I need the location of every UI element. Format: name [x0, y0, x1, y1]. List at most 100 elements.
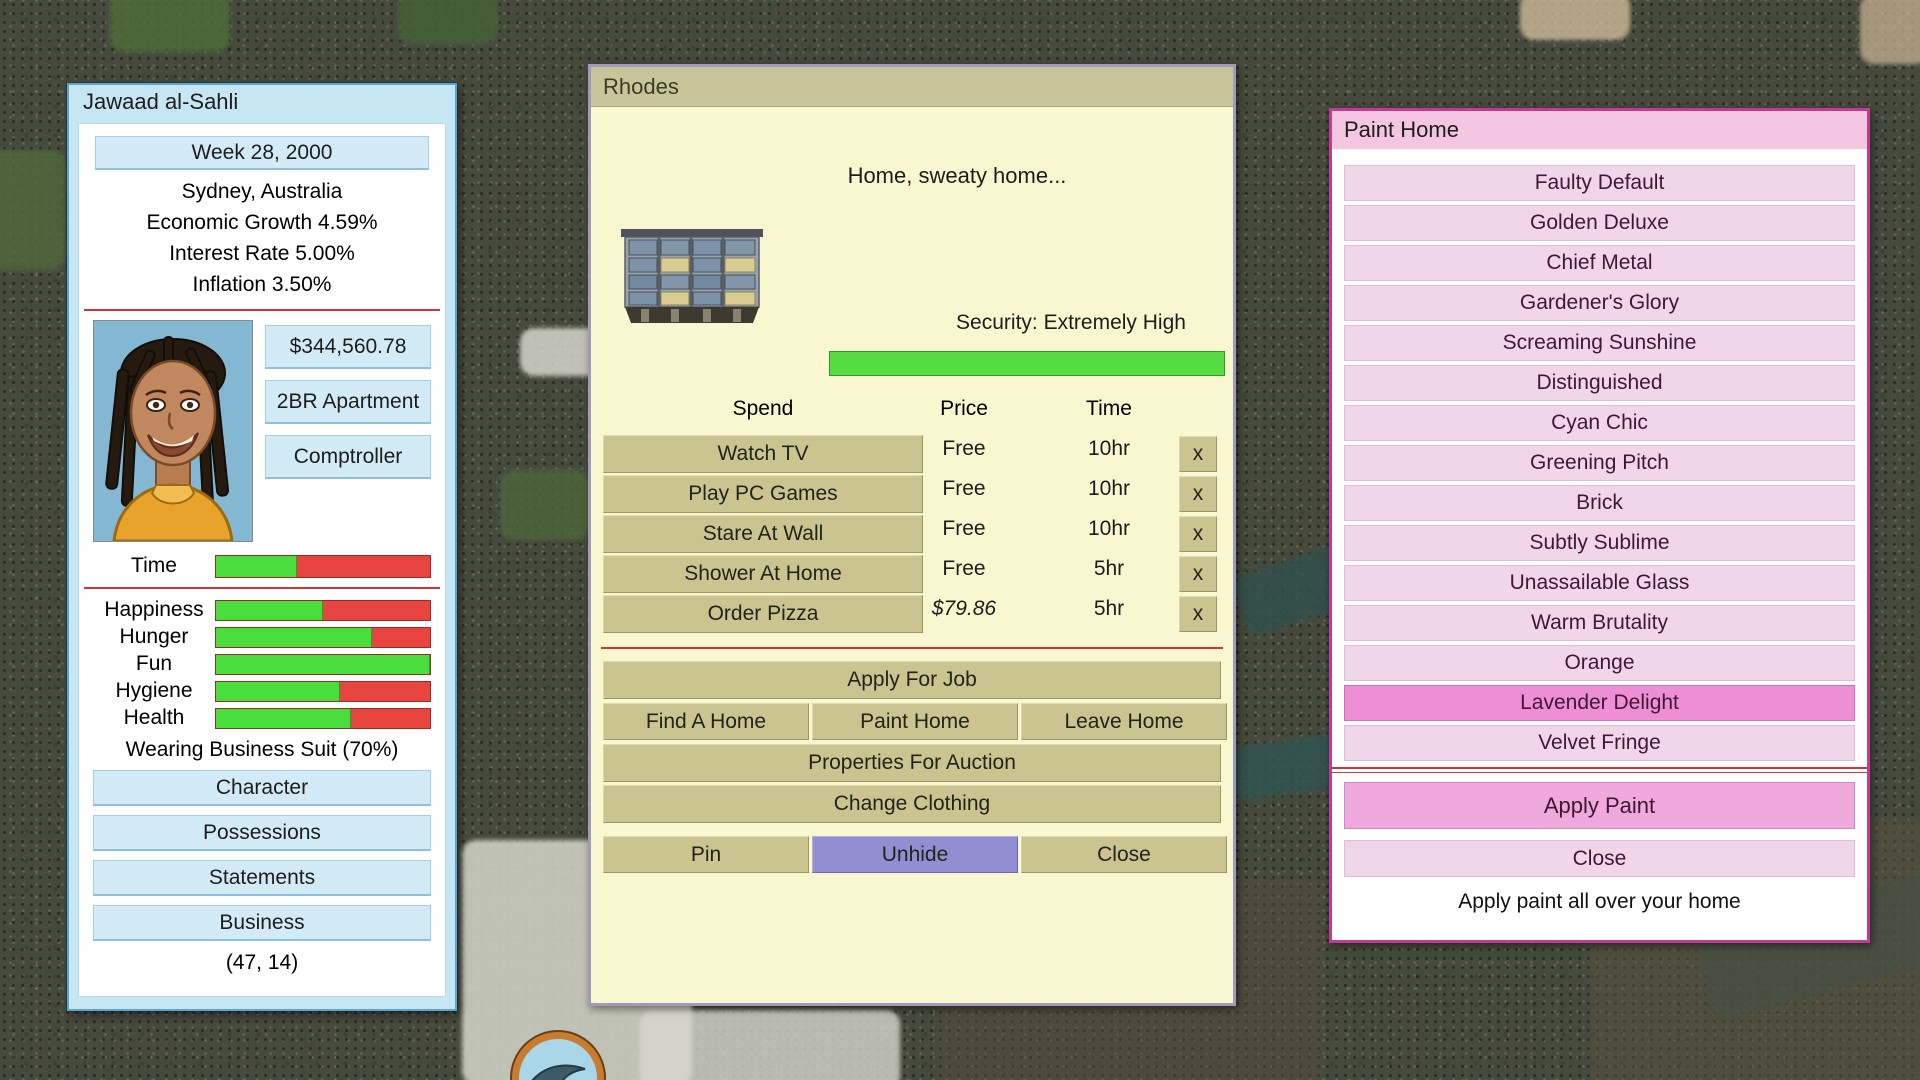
stat-row-health: Health: [93, 706, 431, 730]
paint-option-lavender-delight-selected[interactable]: Lavender Delight: [1344, 685, 1855, 721]
portrait-illustration: [94, 321, 252, 541]
time-label: Time: [93, 554, 215, 578]
happiness-label: Happiness: [93, 598, 215, 622]
apartment-building-image: [619, 223, 765, 327]
paint-panel-title: Paint Home: [1332, 111, 1867, 149]
map-park-patch: [500, 470, 590, 540]
remove-watch-tv-button[interactable]: x: [1179, 436, 1217, 472]
player-portrait: [93, 320, 253, 542]
character-button[interactable]: Character: [93, 770, 431, 806]
player-panel: Jawaad al-Sahli Week 28, 2000 Sydney, Au…: [67, 83, 457, 1011]
job-display: Comptroller: [265, 435, 431, 479]
divider: [601, 647, 1223, 649]
possessions-button[interactable]: Possessions: [93, 815, 431, 851]
paint-option-orange[interactable]: Orange: [1344, 645, 1855, 681]
find-a-home-button[interactable]: Find A Home: [603, 703, 809, 740]
change-clothing-button[interactable]: Change Clothing: [603, 785, 1221, 823]
map-sand-patch: [1520, 0, 1630, 40]
paint-option-subtly-sublime[interactable]: Subtly Sublime: [1344, 525, 1855, 561]
divider: [1332, 767, 1867, 773]
paint-close-button[interactable]: Close: [1344, 840, 1855, 877]
paint-option-velvet-fringe[interactable]: Velvet Fringe: [1344, 725, 1855, 761]
paint-option-chief-metal[interactable]: Chief Metal: [1344, 245, 1855, 281]
home-greeting: Home, sweaty home...: [681, 163, 1233, 189]
stat-row-hunger: Hunger: [93, 625, 431, 649]
map-sand-patch: [1860, 0, 1920, 64]
paint-option-screaming-sunshine[interactable]: Screaming Sunshine: [1344, 325, 1855, 361]
map-coordinates: (47, 14): [79, 951, 445, 975]
paint-options-list: Faulty Default Golden Deluxe Chief Metal…: [1344, 165, 1855, 761]
price-stare-at-wall: Free: [891, 517, 1037, 541]
activity-order-pizza-button[interactable]: Order Pizza: [603, 595, 923, 633]
economy-summary: Sydney, Australia Economic Growth 4.59% …: [79, 176, 445, 300]
hunger-label: Hunger: [93, 625, 215, 649]
paint-option-cyan-chic[interactable]: Cyan Chic: [1344, 405, 1855, 441]
time-order-pizza: 5hr: [1053, 597, 1165, 621]
time-play-pc-games: 10hr: [1053, 477, 1165, 501]
paint-option-greening-pitch[interactable]: Greening Pitch: [1344, 445, 1855, 481]
time-shower-at-home: 5hr: [1053, 557, 1165, 581]
column-header-time: Time: [1053, 397, 1165, 421]
divider: [84, 309, 440, 311]
pin-button[interactable]: Pin: [603, 836, 809, 873]
hygiene-bar: [215, 681, 431, 702]
location-label: Sydney, Australia: [79, 176, 445, 207]
paint-option-distinguished[interactable]: Distinguished: [1344, 365, 1855, 401]
map-buildings-patch: [640, 1010, 900, 1080]
time-stare-at-wall: 10hr: [1053, 517, 1165, 541]
home-display: 2BR Apartment: [265, 380, 431, 424]
column-header-spend: Spend: [603, 397, 923, 421]
statements-button[interactable]: Statements: [93, 860, 431, 896]
activity-play-pc-games-button[interactable]: Play PC Games: [603, 475, 923, 513]
economic-growth-label: Economic Growth 4.59%: [79, 207, 445, 238]
paint-option-golden-deluxe[interactable]: Golden Deluxe: [1344, 205, 1855, 241]
remove-order-pizza-button[interactable]: x: [1179, 596, 1217, 632]
price-order-pizza: $79.86: [891, 597, 1037, 621]
remove-play-pc-games-button[interactable]: x: [1179, 476, 1217, 512]
price-watch-tv: Free: [891, 437, 1037, 461]
remove-stare-at-wall-button[interactable]: x: [1179, 516, 1217, 552]
close-button[interactable]: Close: [1021, 836, 1227, 873]
unhide-button[interactable]: Unhide: [812, 836, 1018, 873]
stat-row-hygiene: Hygiene: [93, 679, 431, 703]
leave-home-button[interactable]: Leave Home: [1021, 703, 1227, 740]
activity-shower-at-home-button[interactable]: Shower At Home: [603, 555, 923, 593]
divider: [84, 587, 440, 589]
activity-stare-at-wall-button[interactable]: Stare At Wall: [603, 515, 923, 553]
player-name: Jawaad al-Sahli: [69, 85, 455, 119]
remove-shower-at-home-button[interactable]: x: [1179, 556, 1217, 592]
apply-for-job-button[interactable]: Apply For Job: [603, 661, 1221, 699]
paint-home-button[interactable]: Paint Home: [812, 703, 1018, 740]
home-panel: Rhodes Home, sweaty home...: [588, 64, 1236, 1006]
happiness-bar: [215, 600, 431, 621]
time-row: Time: [93, 554, 431, 578]
map-park-patch: [398, 0, 498, 44]
hygiene-label: Hygiene: [93, 679, 215, 703]
paint-option-unassailable-glass[interactable]: Unassailable Glass: [1344, 565, 1855, 601]
paint-home-panel: Paint Home Faulty Default Golden Deluxe …: [1329, 108, 1870, 943]
health-label: Health: [93, 706, 215, 730]
column-header-price: Price: [891, 397, 1037, 421]
activity-watch-tv-button[interactable]: Watch TV: [603, 435, 923, 473]
business-button[interactable]: Business: [93, 905, 431, 941]
hunger-bar: [215, 627, 431, 648]
money-display: $344,560.78: [265, 325, 431, 369]
time-watch-tv: 10hr: [1053, 437, 1165, 461]
player-panel-body: Week 28, 2000 Sydney, Australia Economic…: [78, 123, 446, 997]
time-bar: [215, 555, 431, 578]
health-bar: [215, 708, 431, 729]
paint-option-warm-brutality[interactable]: Warm Brutality: [1344, 605, 1855, 641]
paint-option-gardeners-glory[interactable]: Gardener's Glory: [1344, 285, 1855, 321]
stat-row-fun: Fun: [93, 652, 431, 676]
apply-paint-button[interactable]: Apply Paint: [1344, 782, 1855, 829]
paint-option-brick[interactable]: Brick: [1344, 485, 1855, 521]
wearing-label: Wearing Business Suit (70%): [79, 738, 445, 762]
properties-for-auction-button[interactable]: Properties For Auction: [603, 744, 1221, 782]
home-panel-title: Rhodes: [591, 67, 1233, 107]
fun-bar: [215, 654, 431, 675]
paint-option-faulty-default[interactable]: Faulty Default: [1344, 165, 1855, 201]
map-park-patch: [0, 150, 65, 270]
interest-rate-label: Interest Rate 5.00%: [79, 238, 445, 269]
security-label: Security: Extremely High: [911, 311, 1231, 335]
paint-hint-text: Apply paint all over your home: [1332, 890, 1867, 914]
